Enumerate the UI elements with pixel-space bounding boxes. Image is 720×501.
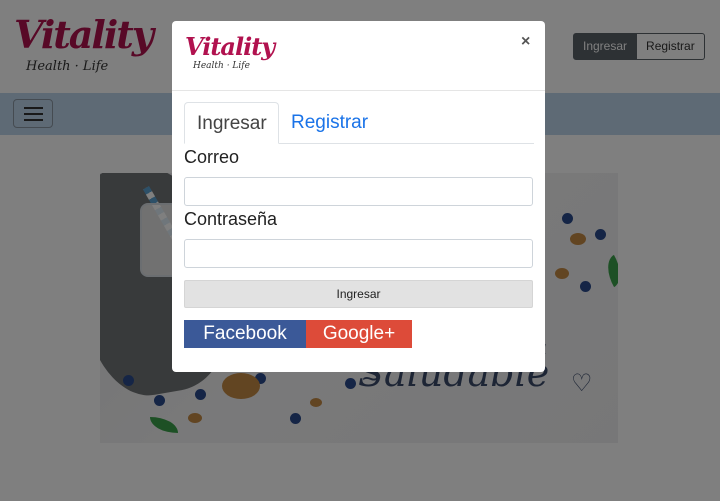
email-label: Correo	[184, 147, 240, 167]
modal-logo-tagline: Health · Life	[193, 61, 250, 71]
tab-ingresar[interactable]: Ingresar	[184, 102, 279, 144]
google-login-button[interactable]: Google+	[306, 320, 412, 348]
modal-tabs: Ingresar Registrar	[184, 102, 534, 144]
modal-logo-wordmark: Vitality	[185, 32, 275, 61]
login-modal: Vitality Health · Life × Ingresar Regist…	[172, 21, 545, 372]
login-submit-button[interactable]: Ingresar	[184, 280, 533, 308]
modal-logo: Vitality Health · Life	[185, 32, 275, 72]
modal-header: Vitality Health · Life ×	[172, 21, 545, 91]
tab-registrar[interactable]: Registrar	[279, 102, 380, 143]
password-field[interactable]	[184, 239, 533, 268]
close-icon[interactable]: ×	[521, 33, 530, 51]
facebook-login-button[interactable]: Facebook	[184, 320, 306, 348]
email-field[interactable]	[184, 177, 533, 206]
password-label: Contraseña	[184, 209, 278, 229]
